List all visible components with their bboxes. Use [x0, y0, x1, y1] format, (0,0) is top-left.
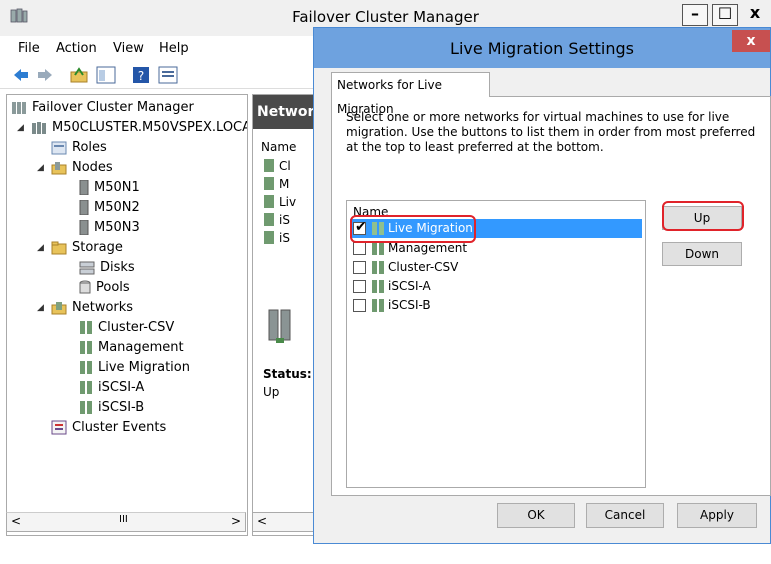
back-arrow-icon[interactable]: [12, 67, 30, 83]
network-icon: [80, 341, 92, 354]
network-label: Cluster-CSV: [388, 260, 459, 274]
ok-button[interactable]: OK: [497, 503, 575, 528]
network-row-cluster-csv[interactable]: Cluster-CSV: [350, 258, 642, 277]
network-label: iSCSI-B: [388, 298, 431, 312]
cluster-icon: [32, 121, 46, 134]
column-header-name[interactable]: Name: [261, 140, 296, 154]
networks-listbox[interactable]: Name ✔ Live Migration Management Cluster…: [346, 200, 646, 488]
network-checkbox[interactable]: [353, 242, 366, 255]
tree-item-roles[interactable]: Roles: [51, 138, 107, 157]
status-value: Up: [263, 385, 280, 399]
tree-item-network-live-migration[interactable]: Live Migration: [79, 358, 190, 377]
network-row-iscsi-b[interactable]: iSCSI-B: [350, 296, 642, 315]
maximize-button[interactable]: ☐: [712, 4, 738, 26]
dialog-close-button[interactable]: x: [732, 30, 770, 52]
pane-horizontal-scrollbar[interactable]: <: [252, 512, 322, 532]
live-migration-settings-dialog: Live Migration Settings x Networks for L…: [313, 27, 771, 544]
dialog-title: Live Migration Settings: [450, 39, 634, 58]
network-list-icons: [264, 159, 274, 244]
help-icon[interactable]: ?: [132, 66, 150, 84]
tree-item-cluster-events[interactable]: Cluster Events: [51, 418, 166, 437]
tree-item-storage[interactable]: Storage: [51, 238, 123, 257]
network-row-iscsi-a[interactable]: iSCSI-A: [350, 277, 642, 296]
tree-item-node-m50n1[interactable]: M50N1: [79, 178, 140, 197]
network-icon: [80, 381, 92, 394]
scroll-left-arrow-icon[interactable]: <: [257, 514, 267, 528]
tree-item-node-m50n3[interactable]: M50N3: [79, 218, 140, 237]
apply-button[interactable]: Apply: [677, 503, 757, 528]
network-icon: [372, 299, 384, 312]
tree-item-nodes[interactable]: Nodes: [51, 158, 113, 177]
tree-item-disks[interactable]: Disks: [79, 258, 135, 277]
show-hide-tree-icon[interactable]: [96, 66, 116, 84]
highlight-annotation: [350, 215, 476, 243]
scroll-right-arrow-icon[interactable]: >: [231, 514, 241, 528]
tree-item-failover-cluster-manager[interactable]: Failover Cluster Manager: [11, 98, 194, 117]
tree-item-node-m50n2[interactable]: M50N2: [79, 198, 140, 217]
minimize-button[interactable]: –: [682, 4, 708, 26]
menu-help[interactable]: Help: [159, 41, 189, 56]
tab-content: Select one or more networks for virtual …: [331, 96, 771, 496]
tree-item-network-iscsi-b[interactable]: iSCSI-B: [79, 398, 144, 417]
tree-item-cluster[interactable]: M50CLUSTER.M50VSPEX.LOCAL: [31, 118, 247, 137]
menu-action[interactable]: Action: [56, 41, 97, 56]
status-label: Status:: [263, 367, 312, 381]
navigation-tree: Failover Cluster Manager ◢ M50CLUSTER.M5…: [6, 94, 248, 536]
tree-item-pools[interactable]: Pools: [79, 278, 130, 297]
list-item[interactable]: iS: [279, 213, 290, 227]
server-icon: [79, 220, 89, 235]
network-icon: [372, 280, 384, 293]
properties-icon[interactable]: [158, 66, 178, 84]
nodes-icon: [51, 161, 67, 174]
tab-networks-for-live-migration[interactable]: Networks for Live Migration: [331, 72, 490, 116]
cluster-events-icon: [51, 420, 67, 435]
network-icon: [372, 261, 384, 274]
collapse-arrow-icon[interactable]: ◢: [17, 123, 24, 133]
menu-view[interactable]: View: [113, 41, 144, 56]
roles-icon: [51, 141, 67, 154]
tree-item-networks[interactable]: Networks: [51, 298, 133, 317]
cluster-manager-icon: [12, 101, 26, 114]
network-checkbox[interactable]: [353, 299, 366, 312]
storage-folder-icon: [51, 241, 67, 254]
up-folder-icon[interactable]: [70, 66, 88, 84]
scroll-thumb[interactable]: III: [119, 514, 128, 525]
server-icon: [79, 200, 89, 215]
server-icon: [79, 180, 89, 195]
network-checkbox[interactable]: [353, 261, 366, 274]
close-button[interactable]: x: [742, 4, 768, 26]
dialog-titlebar: Live Migration Settings x: [314, 28, 770, 68]
list-item[interactable]: Cl: [279, 159, 291, 173]
network-large-icon: [268, 309, 291, 343]
instructions-text: Select one or more networks for virtual …: [346, 110, 756, 154]
collapse-arrow-icon[interactable]: ◢: [37, 163, 44, 173]
list-item[interactable]: iS: [279, 231, 290, 245]
forward-arrow-icon[interactable]: [36, 67, 54, 83]
collapse-arrow-icon[interactable]: ◢: [37, 303, 44, 313]
collapse-arrow-icon[interactable]: ◢: [37, 243, 44, 253]
tree-horizontal-scrollbar[interactable]: < III >: [6, 512, 246, 532]
cancel-button[interactable]: Cancel: [586, 503, 664, 528]
network-icon: [80, 361, 92, 374]
scroll-left-arrow-icon[interactable]: <: [11, 514, 21, 528]
menu-file[interactable]: File: [18, 41, 40, 56]
tree-item-network-iscsi-a[interactable]: iSCSI-A: [79, 378, 144, 397]
network-label: iSCSI-A: [388, 279, 431, 293]
network-icon: [80, 401, 92, 414]
down-button[interactable]: Down: [662, 242, 742, 266]
highlight-annotation: [662, 201, 744, 231]
network-checkbox[interactable]: [353, 280, 366, 293]
pools-icon: [79, 280, 91, 294]
network-icon: [372, 242, 384, 255]
disks-icon: [79, 261, 95, 274]
tree-item-network-management[interactable]: Management: [79, 338, 184, 357]
networks-icon: [51, 301, 67, 314]
window-title: Failover Cluster Manager: [292, 8, 479, 26]
list-item[interactable]: Liv: [279, 195, 296, 209]
svg-text:?: ?: [138, 69, 144, 83]
network-icon: [80, 321, 92, 334]
tree-item-network-cluster-csv[interactable]: Cluster-CSV: [79, 318, 174, 337]
list-item[interactable]: M: [279, 177, 289, 191]
